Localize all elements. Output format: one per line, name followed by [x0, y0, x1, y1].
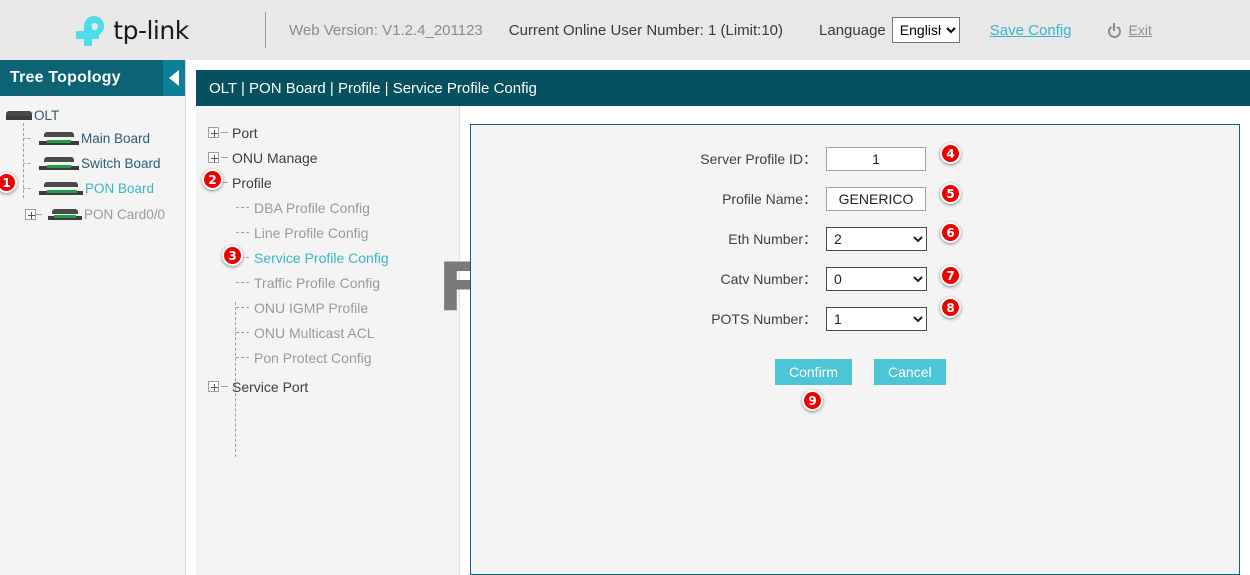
- tree-node-pon-card[interactable]: PON Card0/0: [0, 203, 185, 226]
- device-icon-switch-board: [39, 157, 79, 170]
- label-catv-number: Catv Number：: [471, 269, 826, 289]
- menu-item-onu-manage[interactable]: ONU Manage: [196, 145, 459, 170]
- tree-node-pon-board[interactable]: PON Board: [0, 177, 185, 200]
- expand-icon-onu-manage[interactable]: [208, 152, 219, 163]
- menu-label-line-profile-config: Line Profile Config: [254, 225, 368, 241]
- form-row-catv-number: Catv Number： 01 7: [471, 259, 1239, 299]
- device-icon-main-board: [39, 132, 79, 145]
- tree-branch: [36, 214, 42, 215]
- tree-node-main-board[interactable]: Main Board: [0, 127, 185, 150]
- service-profile-config-panel: Server Profile ID： 4 Profile Name： 5 Eth…: [470, 124, 1240, 575]
- device-icon-pon-board: [39, 182, 83, 195]
- tree-label-olt: OLT: [34, 108, 59, 123]
- language-select[interactable]: English: [892, 17, 960, 43]
- menu-label-profile: Profile: [232, 175, 272, 191]
- web-version-text: Web Version: V1.2.4_201123: [289, 22, 483, 39]
- menu-label-onu-manage: ONU Manage: [232, 150, 318, 166]
- exit-label: Exit: [1129, 22, 1152, 38]
- menu-label-service-port: Service Port: [232, 379, 308, 395]
- tree-node-switch-board[interactable]: Switch Board: [0, 152, 185, 175]
- breadcrumb-bar: OLT | PON Board | Profile | Service Prof…: [196, 70, 1250, 106]
- menu-label-dba-profile-config: DBA Profile Config: [254, 200, 370, 216]
- tree-label-pon-card: PON Card0/0: [84, 207, 165, 222]
- expand-icon-port[interactable]: [208, 127, 219, 138]
- tree-label-main-board: Main Board: [81, 131, 150, 146]
- menu-item-profile[interactable]: Profile: [196, 170, 459, 195]
- top-header: tp-link Web Version: V1.2.4_201123 Curre…: [0, 0, 1250, 60]
- label-server-profile-id: Server Profile ID：: [471, 149, 826, 169]
- step-badge-5: 5: [940, 183, 961, 204]
- form-row-eth-number: Eth Number： 01234 6: [471, 219, 1239, 259]
- menu-item-service-port[interactable]: Service Port: [196, 374, 459, 399]
- menu-item-onu-igmp-profile[interactable]: ONU IGMP Profile: [196, 295, 459, 320]
- form-actions: Confirm Cancel 9: [471, 359, 1239, 385]
- menu-item-line-profile-config[interactable]: Line Profile Config: [196, 220, 459, 245]
- step-badge-6: 6: [940, 222, 961, 243]
- tree-topology-title: Tree Topology: [0, 69, 121, 87]
- form-row-server-profile-id: Server Profile ID： 4: [471, 139, 1239, 179]
- expand-icon-service-port[interactable]: [208, 381, 219, 392]
- tp-link-mark-icon: [76, 13, 110, 47]
- chevron-left-icon: [169, 70, 179, 86]
- menu-item-onu-multicast-acl[interactable]: ONU Multicast ACL: [196, 320, 459, 345]
- device-icon-olt: [6, 111, 32, 120]
- menu-item-port[interactable]: Port: [196, 120, 459, 145]
- step-badge-7: 7: [940, 265, 961, 286]
- cancel-button[interactable]: Cancel: [874, 359, 946, 385]
- label-pots-number: POTS Number：: [471, 309, 826, 329]
- navigation-menu-panel: Port ONU Manage Profile DBA Profile Conf…: [196, 106, 460, 575]
- menu-item-dba-profile-config[interactable]: DBA Profile Config: [196, 195, 459, 220]
- exit-button[interactable]: Exit: [1108, 22, 1152, 38]
- profile-name-input[interactable]: [826, 187, 926, 211]
- tree-node-list: OLT Main Board Switch Board: [0, 96, 185, 226]
- step-badge-2: 2: [202, 169, 223, 190]
- menu-label-service-profile-config: Service Profile Config: [254, 250, 389, 266]
- tp-link-logo: tp-link: [76, 13, 188, 47]
- menu-label-pon-protect-config: Pon Protect Config: [254, 350, 372, 366]
- step-badge-4: 4: [940, 143, 961, 164]
- step-badge-9: 9: [802, 390, 823, 411]
- menu-label-onu-multicast-acl: ONU Multicast ACL: [254, 325, 375, 341]
- step-badge-8: 8: [940, 297, 961, 318]
- menu-label-port: Port: [232, 125, 258, 141]
- expand-icon-pon-card[interactable]: [25, 209, 36, 220]
- form-row-pots-number: POTS Number： 012 8: [471, 299, 1239, 339]
- save-config-link[interactable]: Save Config: [990, 22, 1072, 39]
- tree-branch: [23, 188, 30, 189]
- tree-branch: [23, 163, 30, 164]
- tree-node-olt[interactable]: OLT: [0, 104, 185, 127]
- step-badge-3: 3: [222, 245, 243, 266]
- tree-branch: [23, 138, 30, 139]
- menu-item-traffic-profile-config[interactable]: Traffic Profile Config: [196, 270, 459, 295]
- pots-number-select[interactable]: 012: [826, 307, 927, 331]
- label-profile-name: Profile Name：: [471, 189, 826, 209]
- collapse-sidebar-button[interactable]: [163, 60, 185, 96]
- label-eth-number: Eth Number：: [471, 229, 826, 249]
- eth-number-select[interactable]: 01234: [826, 227, 927, 251]
- confirm-button[interactable]: Confirm: [775, 359, 852, 385]
- brand-name: tp-link: [113, 16, 188, 45]
- breadcrumb: OLT | PON Board | Profile | Service Prof…: [196, 80, 537, 97]
- header-info-bar: Web Version: V1.2.4_201123 Current Onlin…: [266, 0, 1250, 60]
- service-profile-form: Server Profile ID： 4 Profile Name： 5 Eth…: [471, 125, 1239, 385]
- device-icon-pon-card: [48, 209, 82, 220]
- server-profile-id-input[interactable]: [826, 147, 926, 171]
- catv-number-select[interactable]: 01: [826, 267, 927, 291]
- tree-label-pon-board: PON Board: [85, 181, 154, 196]
- tree-topology-panel: Tree Topology OLT Main Board: [0, 60, 186, 575]
- tree-topology-header: Tree Topology: [0, 60, 185, 96]
- menu-label-onu-igmp-profile: ONU IGMP Profile: [254, 300, 368, 316]
- form-row-profile-name: Profile Name： 5: [471, 179, 1239, 219]
- brand-logo-block: tp-link: [0, 0, 265, 60]
- menu-item-pon-protect-config[interactable]: Pon Protect Config: [196, 345, 459, 370]
- tree-label-switch-board: Switch Board: [81, 156, 161, 171]
- menu-label-traffic-profile-config: Traffic Profile Config: [254, 275, 380, 291]
- online-user-count-text: Current Online User Number: 1 (Limit:10): [509, 22, 783, 39]
- language-label: Language: [819, 22, 886, 39]
- power-icon: [1108, 23, 1123, 38]
